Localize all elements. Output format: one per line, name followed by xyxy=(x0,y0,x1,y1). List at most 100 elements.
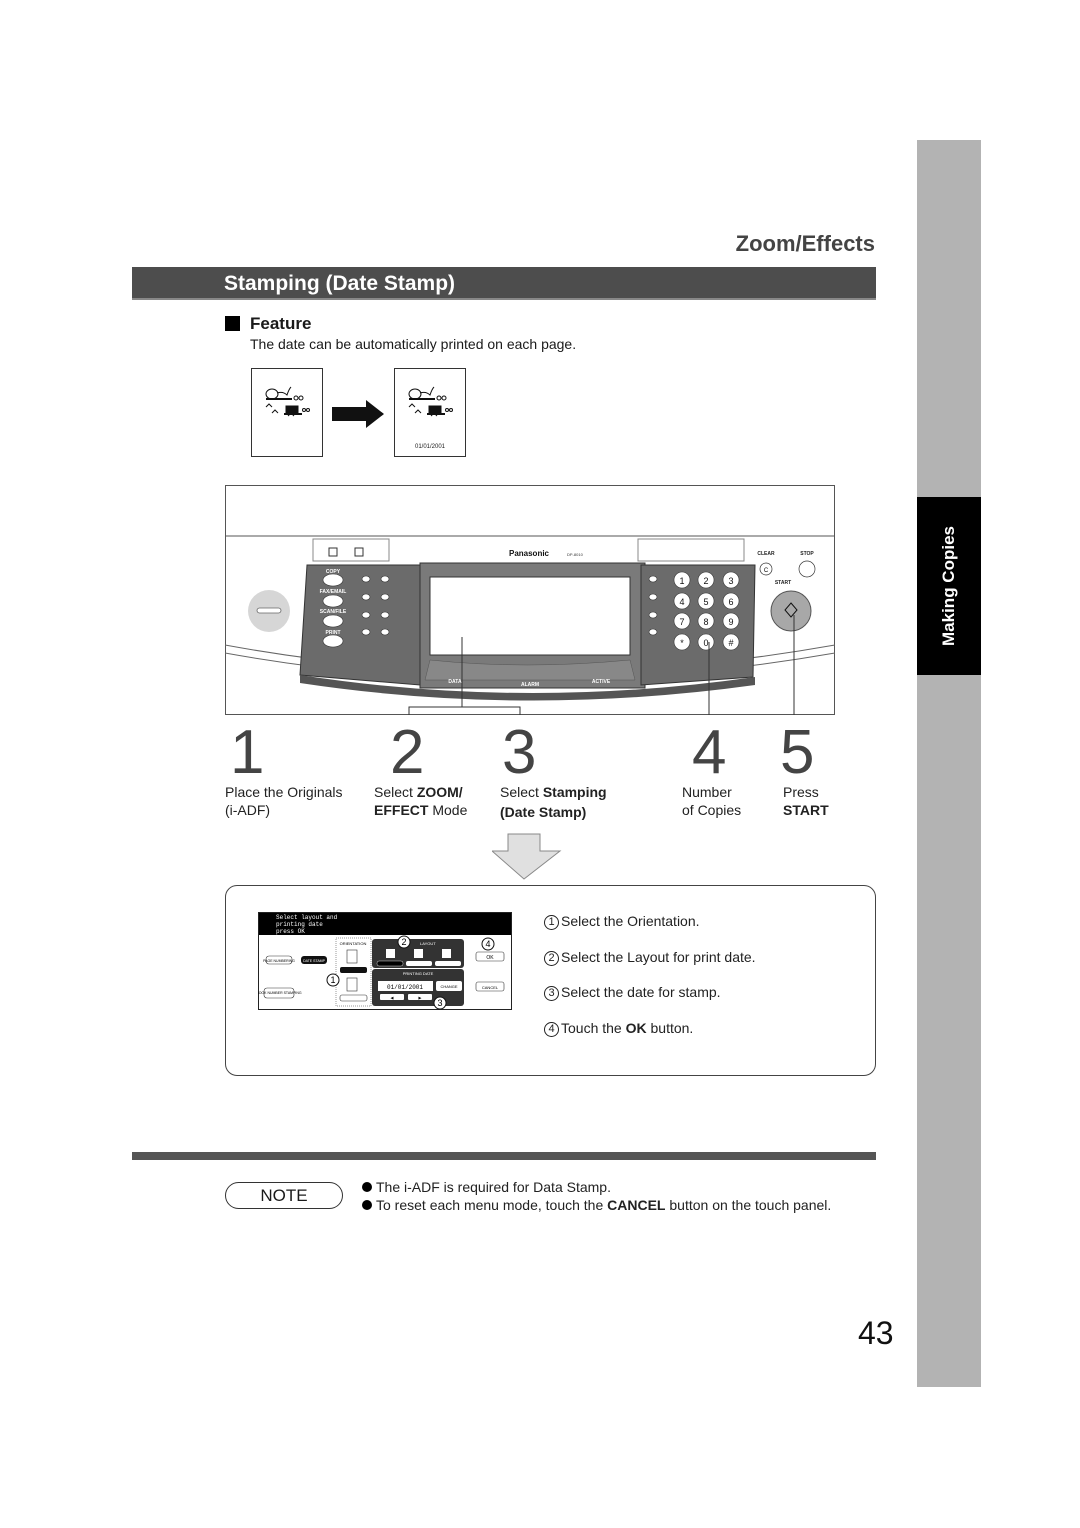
svg-text:ALARM: ALARM xyxy=(521,682,539,688)
svg-text:FAX/EMAIL: FAX/EMAIL xyxy=(320,589,347,595)
feature-heading: Feature xyxy=(250,314,312,333)
layout-label: LAYOUT xyxy=(420,941,436,946)
svg-text:2: 2 xyxy=(703,576,708,586)
ok-label: OK xyxy=(486,955,494,961)
stamped-page-illustration: 01/01/2001 xyxy=(394,368,466,457)
step-5-bold: START xyxy=(783,802,829,818)
svg-text:ACTIVE: ACTIVE xyxy=(592,679,611,685)
step-2-bold: ZOOM/ xyxy=(416,784,463,800)
dog-drawing-icon xyxy=(265,386,310,417)
svg-text:SCAN/FILE: SCAN/FILE xyxy=(320,609,347,615)
page-title-bar: Stamping (Date Stamp) xyxy=(132,267,876,300)
printing-date-label: PRINTING DATE xyxy=(403,971,434,976)
step-4-label: Number of Copies xyxy=(682,783,741,819)
step-3-bold: Stamping xyxy=(542,784,607,800)
stamped-date: 01/01/2001 xyxy=(414,444,446,450)
svg-text:6: 6 xyxy=(728,597,733,607)
svg-text:Panasonic: Panasonic xyxy=(509,549,550,558)
touch-screen-illustration: Select layout and printing date press OK… xyxy=(258,912,512,1010)
date-value: 01/01/2001 xyxy=(387,984,423,991)
step-2-text2: Mode xyxy=(428,802,468,818)
note-item-2: To reset each menu mode, touch the CANCE… xyxy=(362,1197,831,1213)
instruction-4-bold: OK xyxy=(625,1020,647,1036)
feature-description: The date can be automatically printed on… xyxy=(250,336,577,352)
layout-option-1[interactable] xyxy=(376,960,404,967)
arrow-right-icon xyxy=(332,400,384,428)
date-stamp-label: DATE STAMP xyxy=(303,959,326,963)
svg-text:1: 1 xyxy=(679,576,684,586)
step-5-line1: Press xyxy=(783,784,819,800)
instruction-2: 2 Select the Layout for print date. xyxy=(544,949,756,966)
svg-text:5: 5 xyxy=(703,597,708,607)
instruction-1: 1 Select the Orientation. xyxy=(544,913,700,930)
step-circle-1: 1 xyxy=(544,915,559,930)
step-2-text: Select xyxy=(374,784,417,800)
note-item-1-text: The i-ADF is required for Data Stamp. xyxy=(376,1179,611,1195)
section-tab-making-copies[interactable]: Making Copies xyxy=(917,497,981,675)
orientation-portrait-button[interactable] xyxy=(340,967,367,973)
screen-msg-2: printing date xyxy=(276,921,323,928)
svg-text:3: 3 xyxy=(728,576,733,586)
svg-text:0: 0 xyxy=(703,638,708,648)
orientation-landscape-button[interactable] xyxy=(339,994,368,1002)
change-label: CHANGE xyxy=(440,984,457,989)
screen-msg-1: Select layout and xyxy=(276,914,338,921)
svg-text:CLEAR: CLEAR xyxy=(757,551,775,557)
step-3-bold2: (Date Stamp) xyxy=(500,804,587,820)
step-3-text: Select xyxy=(500,784,543,800)
svg-text:2: 2 xyxy=(401,937,406,947)
section-tab-label: Making Copies xyxy=(939,526,958,646)
book-number-label: BOOK NUMBER STAMPING xyxy=(258,991,302,995)
svg-text:START: START xyxy=(775,580,791,586)
layout-option-3[interactable] xyxy=(435,961,461,966)
step-4-number: 4 xyxy=(692,718,727,787)
instruction-3: 3 Select the date for stamp. xyxy=(544,984,721,1001)
svg-text:3: 3 xyxy=(437,998,442,1008)
control-panel-illustration: 1 2 3 4 5 6 7 8 9 * 0 # C CLEAR STOP START COPY FAX… xyxy=(225,485,835,715)
step-3-number: 3 xyxy=(502,718,537,787)
note-item-2-pre: To reset each menu mode, touch the xyxy=(376,1197,608,1213)
step-2-label: Select ZOOM/ EFFECT Mode xyxy=(374,783,467,819)
page-numbering-label: PAGE NUMBERING xyxy=(263,959,295,963)
step-3-label: Select Stamping (Date Stamp) xyxy=(500,783,607,821)
screen-msg-3: press OK xyxy=(276,928,305,935)
svg-text:7: 7 xyxy=(679,617,684,627)
svg-text:*: * xyxy=(680,638,684,648)
cancel-label: CANCEL xyxy=(482,985,499,990)
step-1-line1: Place the Originals xyxy=(225,784,343,800)
svg-text:9: 9 xyxy=(728,617,733,627)
svg-text:#: # xyxy=(728,638,733,648)
instruction-4-post: button. xyxy=(646,1020,694,1036)
side-bar xyxy=(917,140,981,1387)
step-1-line2: (i-ADF) xyxy=(225,802,271,818)
bullet-square-icon xyxy=(225,316,240,331)
prev-arrow-icon: ◄ xyxy=(390,996,395,1002)
svg-text:PRINT: PRINT xyxy=(326,630,341,636)
svg-text:4: 4 xyxy=(485,939,490,949)
svg-text:STOP: STOP xyxy=(800,551,814,557)
note-item-1: The i-ADF is required for Data Stamp. xyxy=(362,1179,611,1195)
instruction-4-pre: Touch the xyxy=(561,1020,626,1036)
next-arrow-icon: ► xyxy=(418,996,423,1002)
svg-text:DATA: DATA xyxy=(448,679,462,685)
step-2-bold2: EFFECT xyxy=(374,802,429,818)
page-number: 43 xyxy=(858,1315,894,1351)
dog-drawing-icon xyxy=(408,386,453,417)
bullet-icon xyxy=(362,1200,372,1210)
arrow-down-icon xyxy=(492,833,562,880)
step-circle-4: 4 xyxy=(544,1022,559,1037)
step-4-line2: of Copies xyxy=(682,802,742,818)
step-4-line1: Number xyxy=(682,784,732,800)
section-category: Zoom/Effects xyxy=(735,231,875,256)
svg-text:1: 1 xyxy=(330,975,335,985)
orientation-label: ORIENTATION xyxy=(340,941,367,946)
instruction-3-text: Select the date for stamp. xyxy=(561,984,721,1000)
instruction-2-text: Select the Layout for print date. xyxy=(561,949,756,965)
layout-option-2[interactable] xyxy=(406,961,432,966)
step-circle-3: 3 xyxy=(544,986,559,1001)
page-title: Stamping (Date Stamp) xyxy=(224,272,456,295)
step-5-label: Press START xyxy=(783,783,829,819)
svg-text:8: 8 xyxy=(703,617,708,627)
svg-text:COPY: COPY xyxy=(326,569,341,575)
instruction-4: 4 Touch the OK button. xyxy=(544,1020,693,1037)
